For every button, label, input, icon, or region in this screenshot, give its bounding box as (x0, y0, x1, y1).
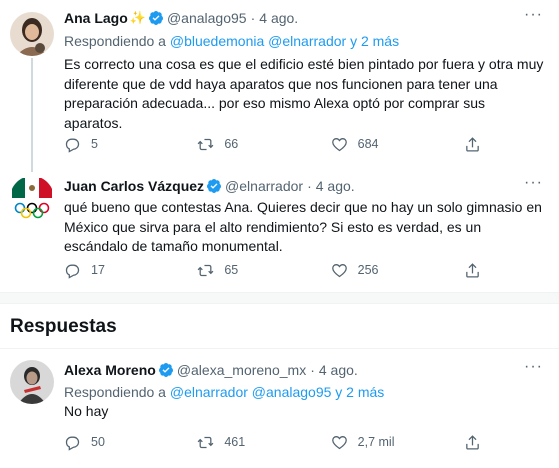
separator: · (310, 362, 315, 378)
like-button[interactable]: 2,7 mil (331, 434, 427, 451)
action-bar: 5 66 684 (64, 134, 484, 154)
tweet-text: No hay (64, 403, 109, 419)
like-icon (331, 435, 347, 449)
retweet-count: 66 (224, 137, 239, 151)
avatar[interactable] (10, 176, 54, 220)
share-button[interactable] (464, 262, 484, 279)
like-icon (331, 263, 347, 277)
reply-icon (65, 264, 80, 279)
like-count: 684 (357, 137, 379, 151)
tweet-ana-lago[interactable]: Ana Lago ✨ @analago95 · 4 ago. ··· Respo… (0, 0, 559, 172)
retweet-icon (197, 264, 214, 276)
reply-button[interactable]: 50 (64, 434, 160, 451)
tweet-date[interactable]: 4 ago. (316, 178, 355, 194)
tweet-header: Alexa Moreno @alexa_moreno_mx · 4 ago. (64, 360, 358, 380)
heading-separator (0, 348, 559, 349)
replying-to-label: Respondiendo a (64, 384, 166, 400)
author-name[interactable]: Alexa Moreno (64, 362, 156, 378)
action-bar: 17 65 256 (64, 260, 484, 280)
tweet-date[interactable]: 4 ago. (319, 362, 358, 378)
retweet-count: 461 (224, 435, 246, 449)
replying-to-links[interactable]: @elnarrador @analago95 y 2 más (170, 384, 384, 400)
separator: · (307, 178, 312, 194)
tweet-juan-carlos[interactable]: Juan Carlos Vázquez @elnarrador · 4 ago.… (0, 168, 559, 292)
tweet-text: Es correcto una cosa es que el edificio … (64, 56, 544, 131)
replying-to-links[interactable]: @bluedemonia @elnarrador y 2 más (170, 33, 399, 49)
like-button[interactable]: 256 (331, 262, 427, 279)
retweet-button[interactable]: 66 (197, 136, 293, 153)
like-count: 256 (357, 263, 379, 277)
reply-count: 5 (91, 137, 98, 151)
author-handle[interactable]: @alexa_moreno_mx (177, 362, 306, 378)
reply-button[interactable]: 17 (64, 262, 160, 279)
more-icon[interactable]: ··· (524, 174, 543, 192)
reply-button[interactable]: 5 (64, 136, 160, 153)
retweet-icon (197, 138, 214, 150)
tweet-alexa-moreno[interactable]: Alexa Moreno @alexa_moreno_mx · 4 ago. ·… (0, 350, 559, 468)
retweet-count: 65 (224, 263, 239, 277)
separator: · (250, 10, 256, 26)
replying-to: Respondiendo a @elnarrador @analago95 y … (64, 384, 384, 400)
like-icon (331, 137, 347, 151)
share-icon (466, 136, 479, 152)
like-button[interactable]: 684 (331, 136, 427, 153)
author-handle[interactable]: @analago95 (167, 10, 247, 26)
tweet-header: Juan Carlos Vázquez @elnarrador · 4 ago. (64, 176, 355, 196)
reply-icon (65, 138, 80, 153)
share-icon (466, 434, 479, 450)
verified-badge-icon (148, 11, 163, 25)
retweet-icon (197, 436, 214, 448)
reply-icon (65, 436, 80, 451)
tweet-header: Ana Lago ✨ @analago95 · 4 ago. (64, 8, 298, 28)
more-icon[interactable]: ··· (524, 358, 543, 376)
tweet-text: qué bueno que contestas Ana. Quieres dec… (64, 199, 542, 254)
share-icon (466, 262, 479, 278)
retweet-button[interactable]: 461 (197, 434, 293, 451)
section-divider (0, 292, 559, 304)
verified-badge-icon (158, 363, 173, 377)
author-handle[interactable]: @elnarrador (225, 178, 303, 194)
like-count: 2,7 mil (357, 435, 395, 449)
author-name[interactable]: Juan Carlos Vázquez (64, 178, 204, 194)
share-button[interactable] (464, 136, 484, 153)
author-name[interactable]: Ana Lago (64, 10, 128, 26)
thread-line (31, 58, 33, 172)
retweet-button[interactable]: 65 (197, 262, 293, 279)
more-icon[interactable]: ··· (524, 6, 543, 24)
reply-count: 50 (91, 435, 105, 449)
replying-to-label: Respondiendo a (64, 33, 166, 49)
tweet-date[interactable]: 4 ago. (259, 10, 298, 26)
avatar[interactable] (10, 360, 54, 404)
reply-count: 17 (91, 263, 105, 277)
avatar[interactable] (10, 12, 54, 56)
verified-badge-icon (207, 179, 222, 193)
replies-heading: Respuestas (10, 316, 117, 337)
share-button[interactable] (464, 434, 484, 451)
replying-to: Respondiendo a @bluedemonia @elnarrador … (64, 33, 399, 49)
sparkle-emoji: ✨ (129, 10, 146, 25)
action-bar: 50 461 2,7 mil (64, 432, 484, 452)
